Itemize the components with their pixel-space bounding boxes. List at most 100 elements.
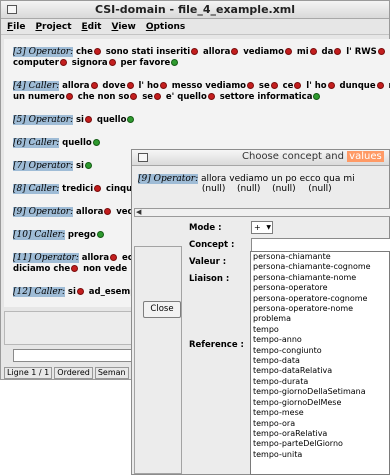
transcript-turn[interactable]: [4] Caller: allora dove l' ho messo vedi… [13, 81, 390, 103]
menu-edit[interactable]: Edit [82, 22, 102, 32]
concept-option[interactable]: persona-operatore [251, 283, 389, 293]
close-button[interactable]: Close [143, 301, 181, 318]
concept-option[interactable]: tempo-unita [251, 450, 389, 460]
transcript-word[interactable]: dunque [340, 81, 376, 91]
semantic-toggle[interactable]: Seman [94, 367, 129, 379]
concept-option[interactable]: problema [251, 314, 389, 324]
red-tag-icon[interactable] [110, 254, 118, 261]
concept-option[interactable]: tempo-parteDelGiorno [251, 439, 389, 449]
transcript-word[interactable]: messo vediamo [172, 81, 246, 91]
transcript-word[interactable]: un numero [13, 92, 65, 102]
transcript-word[interactable]: ad_esemp [89, 287, 137, 297]
red-tag-icon[interactable] [309, 48, 317, 55]
green-tag-icon[interactable] [171, 59, 179, 66]
transcript-word[interactable]: per favore [121, 58, 171, 68]
transcript-word[interactable]: allora [76, 207, 103, 217]
transcript-word[interactable]: si [68, 287, 76, 297]
menu-options[interactable]: Options [146, 22, 185, 32]
red-tag-icon[interactable] [71, 265, 79, 272]
text-entry[interactable] [13, 349, 137, 362]
concept-dropdown-list[interactable]: persona-chiamante persona-chiamante-cogno… [250, 251, 390, 475]
red-tag-icon[interactable] [126, 82, 134, 89]
red-tag-icon[interactable] [294, 82, 302, 89]
concept-option[interactable]: tempo-data [251, 356, 389, 366]
dialog-word[interactable]: ecco qua (null) [300, 174, 341, 194]
transcript-word[interactable]: settore informatica [220, 92, 313, 102]
transcript-word[interactable]: cinqu [106, 184, 132, 194]
transcript-word[interactable]: tredici [62, 184, 93, 194]
red-tag-icon[interactable] [84, 116, 92, 123]
transcript-word[interactable]: che [76, 47, 93, 57]
concept-option[interactable]: tempo-anno [251, 335, 389, 345]
red-tag-icon[interactable] [65, 93, 73, 100]
red-tag-icon[interactable] [154, 93, 162, 100]
menu-project[interactable]: Project [35, 22, 71, 32]
concept-option[interactable]: tempo-mese [251, 408, 389, 418]
transcript-word[interactable]: l' ho [138, 81, 158, 91]
transcript-word[interactable]: quello [62, 138, 92, 148]
transcript-word[interactable]: sono stati inseriti [106, 47, 190, 57]
concept-option[interactable]: tempo-durata [251, 377, 389, 387]
red-tag-icon[interactable] [334, 48, 342, 55]
red-tag-icon[interactable] [108, 59, 116, 66]
transcript-word[interactable]: mi [297, 47, 309, 57]
menu-view[interactable]: View [112, 22, 136, 32]
transcript-word[interactable]: se [142, 92, 153, 102]
dialog-word[interactable]: vediamo (null) [229, 174, 268, 194]
green-tag-icon[interactable] [84, 162, 92, 169]
transcript-word[interactable]: se [259, 81, 270, 91]
transcript-turn[interactable]: [5] Operator: si quello [13, 115, 390, 126]
concept-option[interactable]: persona-operatore-cognome [251, 294, 389, 304]
red-tag-icon[interactable] [130, 93, 138, 100]
transcript-word[interactable]: e' quello [166, 92, 207, 102]
concept-option[interactable]: persona-operatore-nome [251, 304, 389, 314]
red-tag-icon[interactable] [104, 208, 112, 215]
transcript-word[interactable]: da [322, 47, 334, 57]
concept-option[interactable]: tempo-oraRelativa [251, 429, 389, 439]
transcript-word[interactable]: quello [97, 115, 127, 125]
green-tag-icon[interactable] [313, 93, 321, 100]
transcript-word[interactable]: signora [72, 58, 108, 68]
scroll-left-icon[interactable]: ◀ [136, 209, 141, 216]
red-tag-icon[interactable] [76, 288, 84, 295]
concept-option[interactable]: persona-chiamante-cognome [251, 262, 389, 272]
dialog-word[interactable]: mi [343, 174, 354, 184]
transcript-word[interactable]: prego [68, 230, 96, 240]
transcript-word[interactable]: allora [82, 253, 109, 263]
red-tag-icon[interactable] [285, 48, 292, 55]
transcript-word[interactable]: si [76, 161, 84, 171]
transcript-word[interactable]: ce [283, 81, 294, 91]
red-tag-icon[interactable] [159, 82, 167, 89]
green-tag-icon[interactable] [127, 116, 135, 123]
dialog-menu-icon[interactable] [138, 153, 148, 162]
red-tag-icon[interactable] [247, 82, 255, 89]
red-tag-icon[interactable] [90, 82, 98, 89]
concept-option[interactable]: persona-chiamante-nome [251, 273, 389, 283]
red-tag-icon[interactable] [376, 82, 384, 89]
transcript-word[interactable]: diciamo che [13, 264, 70, 274]
red-tag-icon[interactable] [93, 48, 101, 55]
transcript-turn[interactable]: [3] Operator: che sono stati inseriti al… [13, 47, 390, 69]
red-tag-icon[interactable] [207, 93, 215, 100]
concept-option[interactable]: tempo-giornoDellaSetimana [251, 387, 389, 397]
transcript-word[interactable]: che non so [78, 92, 130, 102]
horizontal-scrollbar[interactable]: ◀ [134, 208, 390, 217]
transcript-word[interactable]: non vede [83, 264, 127, 274]
concept-option[interactable]: tempo-ora [251, 419, 389, 429]
red-tag-icon[interactable] [59, 59, 67, 66]
concept-option[interactable]: tempo-giornoDelMese [251, 398, 389, 408]
transcript-word[interactable]: l' ho [306, 81, 326, 91]
concept-option[interactable]: tempo-congiunto [251, 346, 389, 356]
red-tag-icon[interactable] [270, 82, 278, 89]
transcript-word[interactable]: dove [102, 81, 125, 91]
concept-option[interactable]: tempo [251, 325, 389, 335]
menu-file[interactable]: File [7, 22, 25, 32]
dialog-word[interactable]: allora (null) [201, 174, 226, 194]
green-tag-icon[interactable] [92, 139, 100, 146]
transcript-word[interactable]: vediamo [243, 47, 284, 57]
transcript-turn[interactable]: [6] Caller: quello [13, 138, 390, 149]
red-tag-icon[interactable] [377, 48, 385, 55]
concept-field[interactable] [251, 238, 390, 252]
red-tag-icon[interactable] [231, 48, 239, 55]
transcript-word[interactable]: allora [203, 47, 230, 57]
